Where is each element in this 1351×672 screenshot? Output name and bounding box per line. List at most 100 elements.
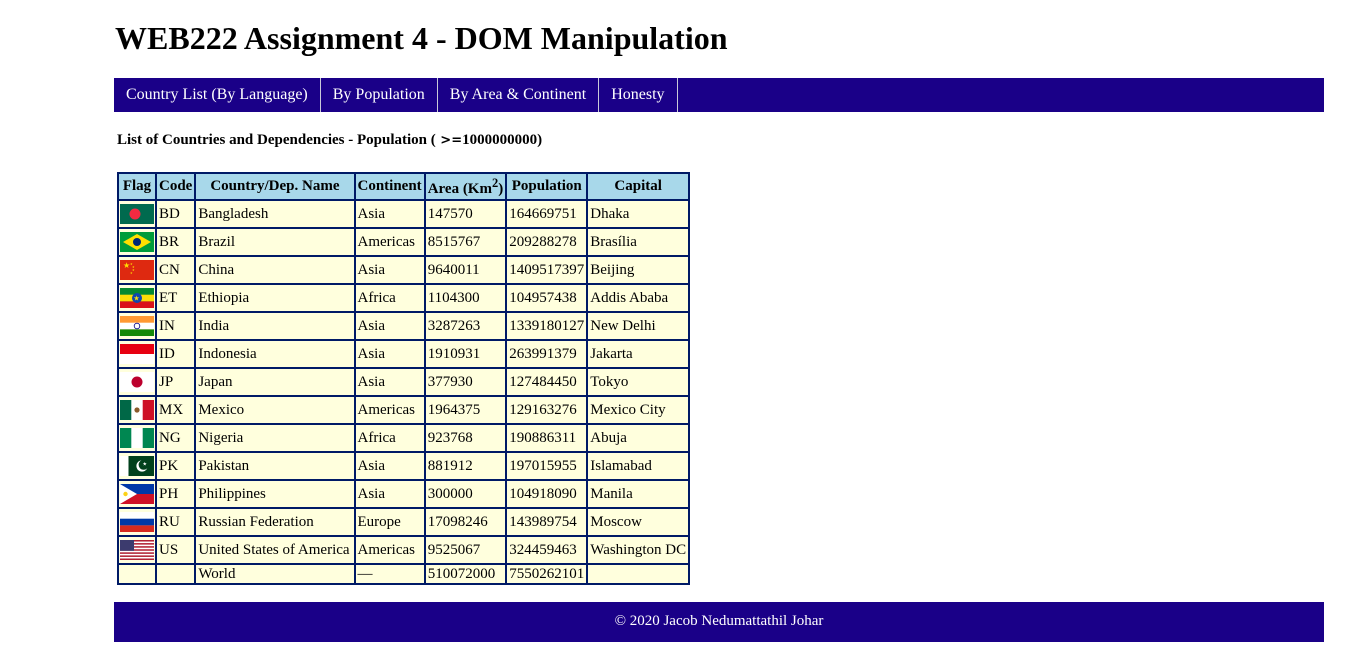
cell-capital: Washington DC <box>586 535 691 565</box>
world-total-row: World —510072000 7550262101 <box>117 563 691 585</box>
cell-name: United States of America <box>194 535 356 565</box>
table-row: MX Mexico Americas 1964375 129163276 Mexico C… <box>117 395 691 425</box>
cell-name: Indonesia <box>194 339 356 369</box>
table-row: ★ ET Ethiopia Africa 1104300 104957438 Addis A… <box>117 283 691 313</box>
cell-continent: Africa <box>353 283 426 313</box>
japan-flag <box>120 372 154 392</box>
cell-area: 3287263 <box>423 311 508 341</box>
world-name: World <box>194 563 356 585</box>
header-code: Code <box>154 172 197 201</box>
header-area-text: Area (Km <box>427 180 492 197</box>
table-caption: List of Countries and Dependencies - Pop… <box>117 132 542 149</box>
nav-country-list[interactable]: Country List (By Language) <box>114 78 321 112</box>
cell-continent: Asia <box>353 451 426 481</box>
cell-population: 127484450 <box>505 367 589 397</box>
nav-by-population[interactable]: By Population <box>321 78 438 112</box>
world-area: 510072000 <box>423 563 508 585</box>
table-row: ID Indonesia Asia 1910931 263991379 Jakarta <box>117 339 691 369</box>
cell-name: Pakistan <box>194 451 356 481</box>
mexico-flag <box>120 400 154 420</box>
cell-code: BR <box>154 227 197 257</box>
table-row: ★ PK Pakistan Asia 881912 197015955 Islamabad <box>117 451 691 481</box>
flag-cell <box>117 507 157 537</box>
russia-flag <box>120 512 154 532</box>
cell-area: 147570 <box>423 199 508 229</box>
cell-code: BD <box>154 199 197 229</box>
cell-population: 104957438 <box>505 283 589 313</box>
cell-code: ET <box>154 283 197 313</box>
bangladesh-flag <box>120 204 154 224</box>
cell-capital: Moscow <box>586 507 691 537</box>
cell-area: 1104300 <box>423 283 508 313</box>
caption-value: 1000000000 <box>462 132 538 148</box>
flag-cell: ★ <box>117 451 157 481</box>
cell-capital: New Delhi <box>586 311 691 341</box>
world-empty-cell <box>154 563 197 585</box>
header-population: Population <box>505 172 589 201</box>
pakistan-flag: ★ <box>120 456 154 476</box>
caption-prefix: List of Countries and Dependencies - Pop… <box>117 132 436 148</box>
table-row: PH Philippines Asia 300000 104918090 Manila <box>117 479 691 509</box>
cell-continent: Asia <box>353 479 426 509</box>
table-row: NG Nigeria Africa 923768 190886311 Abuja <box>117 423 691 453</box>
cell-continent: Asia <box>353 367 426 397</box>
country-table: Flag Code Country/Dep. Name Continent Ar… <box>117 172 691 585</box>
caption-suffix: ) <box>537 132 543 148</box>
cell-area: 881912 <box>423 451 508 481</box>
cell-code: PH <box>154 479 197 509</box>
table-body: BD Bangladesh Asia 147570 164669751 Dhaka BR Br… <box>117 199 691 585</box>
header-continent: Continent <box>353 172 426 201</box>
cell-population: 209288278 <box>505 227 589 257</box>
cell-continent: Americas <box>353 227 426 257</box>
cell-area: 17098246 <box>423 507 508 537</box>
usa-flag <box>120 540 154 560</box>
flag-cell <box>117 395 157 425</box>
cell-area: 9525067 <box>423 535 508 565</box>
world-empty-cell <box>117 563 157 585</box>
svg-text:★: ★ <box>133 295 139 303</box>
cell-continent: Asia <box>353 255 426 285</box>
nav-honesty[interactable]: Honesty <box>599 78 678 112</box>
cell-capital: Abuja <box>586 423 691 453</box>
flag-cell: ★ <box>117 283 157 313</box>
cell-continent: Asia <box>353 199 426 229</box>
header-area-close: ) <box>498 180 504 197</box>
cell-population: 263991379 <box>505 339 589 369</box>
cell-capital: Tokyo <box>586 367 691 397</box>
flag-cell <box>117 339 157 369</box>
cell-name: Russian Federation <box>194 507 356 537</box>
cell-name: China <box>194 255 356 285</box>
cell-name: Nigeria <box>194 423 356 453</box>
philippines-flag <box>120 484 154 504</box>
cell-population: 104918090 <box>505 479 589 509</box>
flag-cell <box>117 227 157 257</box>
world-empty-cell <box>586 563 691 585</box>
flag-cell: ★ ★ ★ ★ ★ <box>117 255 157 285</box>
cell-code: CN <box>154 255 197 285</box>
cell-population: 1339180127 <box>505 311 589 341</box>
cell-population: 197015955 <box>505 451 589 481</box>
flag-cell <box>117 199 157 229</box>
cell-capital: Manila <box>586 479 691 509</box>
world-continent: — <box>353 563 426 585</box>
cell-name: Brazil <box>194 227 356 257</box>
nav-by-area-continent[interactable]: By Area & Continent <box>438 78 600 112</box>
cell-capital: Jakarta <box>586 339 691 369</box>
cell-population: 324459463 <box>505 535 589 565</box>
cell-area: 8515767 <box>423 227 508 257</box>
table-row: JP Japan Asia 377930 127484450 Tokyo <box>117 367 691 397</box>
table-header-row: Flag Code Country/Dep. Name Continent Ar… <box>117 172 691 201</box>
cell-continent: Americas <box>353 395 426 425</box>
header-capital: Capital <box>586 172 691 201</box>
cell-code: ID <box>154 339 197 369</box>
cell-population: 190886311 <box>505 423 589 453</box>
cell-code: NG <box>154 423 197 453</box>
cell-name: Mexico <box>194 395 356 425</box>
flag-cell <box>117 535 157 565</box>
header-area: Area (Km2) <box>423 172 508 201</box>
cell-code: JP <box>154 367 197 397</box>
cell-area: 300000 <box>423 479 508 509</box>
header-flag: Flag <box>117 172 157 201</box>
cell-code: PK <box>154 451 197 481</box>
cell-capital: Brasília <box>586 227 691 257</box>
